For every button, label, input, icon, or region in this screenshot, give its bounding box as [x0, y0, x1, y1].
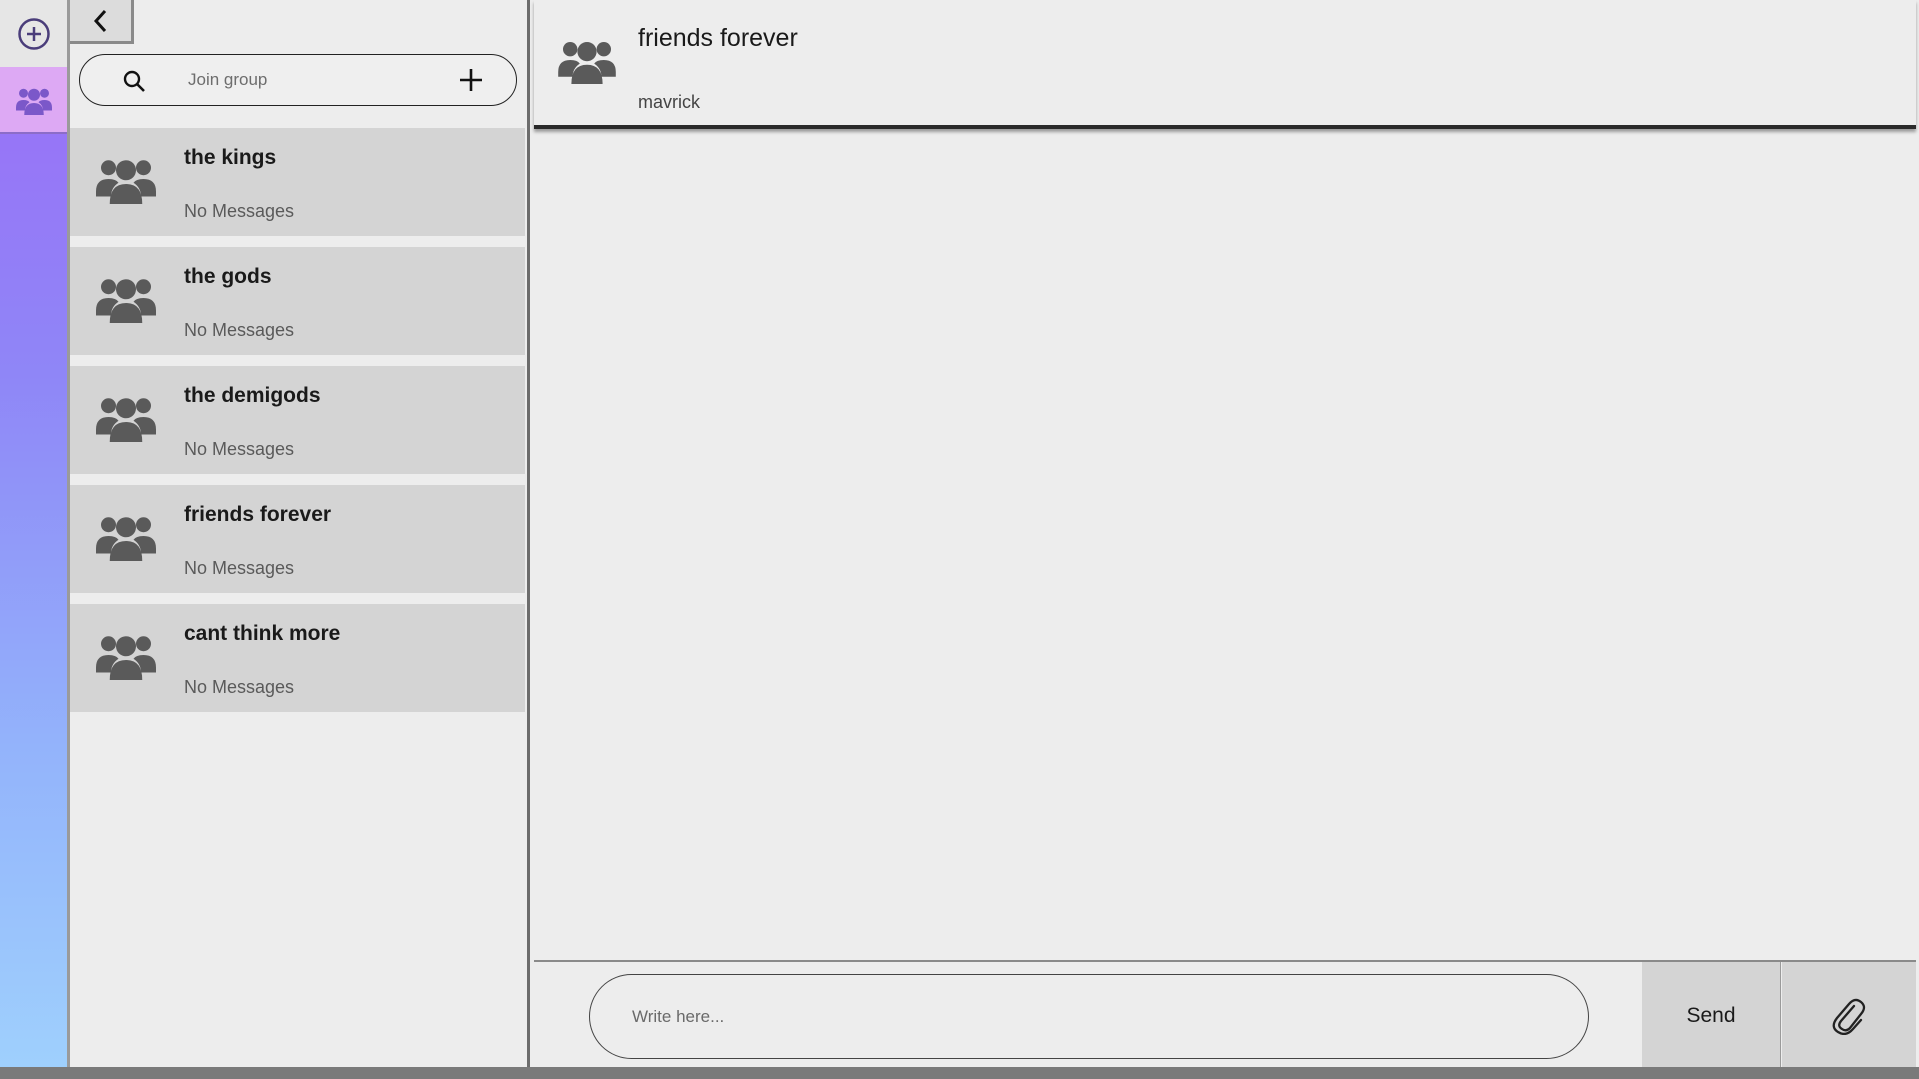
group-list: the kings No Messages the gods No Messag… [70, 128, 525, 723]
chat-panel: friends forever mavrick Send [530, 0, 1919, 1069]
group-last-message: No Messages [184, 320, 295, 340]
paperclip-icon [1832, 998, 1866, 1035]
chat-header: friends forever mavrick [534, 0, 1916, 129]
message-composer: Send [534, 960, 1916, 1069]
group-last-message: No Messages [184, 201, 295, 221]
group-last-message: No Messages [184, 558, 295, 578]
plus-circle-icon [17, 17, 50, 50]
join-group-input[interactable] [188, 67, 438, 93]
group-name: friends forever [184, 503, 332, 526]
users-icon [15, 88, 52, 115]
group-last-message: No Messages [184, 439, 295, 459]
new-chat-button[interactable] [0, 0, 67, 67]
users-icon [96, 398, 156, 442]
join-group-search [79, 54, 517, 106]
group-name: the gods [184, 265, 272, 288]
chat-title: friends forever [638, 24, 798, 52]
chat-members: mavrick [638, 92, 700, 112]
message-input[interactable] [632, 1003, 1532, 1031]
bottom-bar [0, 1067, 1919, 1079]
back-button[interactable] [70, 0, 134, 44]
users-icon [96, 636, 156, 680]
users-icon [96, 279, 156, 323]
attach-button[interactable] [1782, 962, 1916, 1069]
plus-icon[interactable] [458, 67, 484, 93]
groups-nav-button[interactable] [0, 67, 67, 134]
message-input-wrapper [589, 974, 1589, 1059]
group-item[interactable]: the gods No Messages [70, 247, 525, 355]
message-area[interactable] [534, 135, 1916, 958]
group-item[interactable]: friends forever No Messages [70, 485, 525, 593]
group-item[interactable]: the kings No Messages [70, 128, 525, 236]
users-icon [96, 160, 156, 204]
group-last-message: No Messages [184, 677, 295, 697]
send-button[interactable]: Send [1642, 962, 1781, 1069]
group-name: the kings [184, 146, 277, 169]
search-icon [123, 70, 145, 92]
users-icon [558, 42, 616, 84]
users-icon [96, 517, 156, 561]
group-item[interactable]: cant think more No Messages [70, 604, 525, 712]
group-name: the demigods [184, 384, 321, 407]
group-list-panel: the kings No Messages the gods No Messag… [67, 0, 530, 1067]
group-name: cant think more [184, 622, 341, 645]
group-item[interactable]: the demigods No Messages [70, 366, 525, 474]
app-rail [0, 0, 67, 1067]
chevron-left-icon [93, 9, 106, 32]
